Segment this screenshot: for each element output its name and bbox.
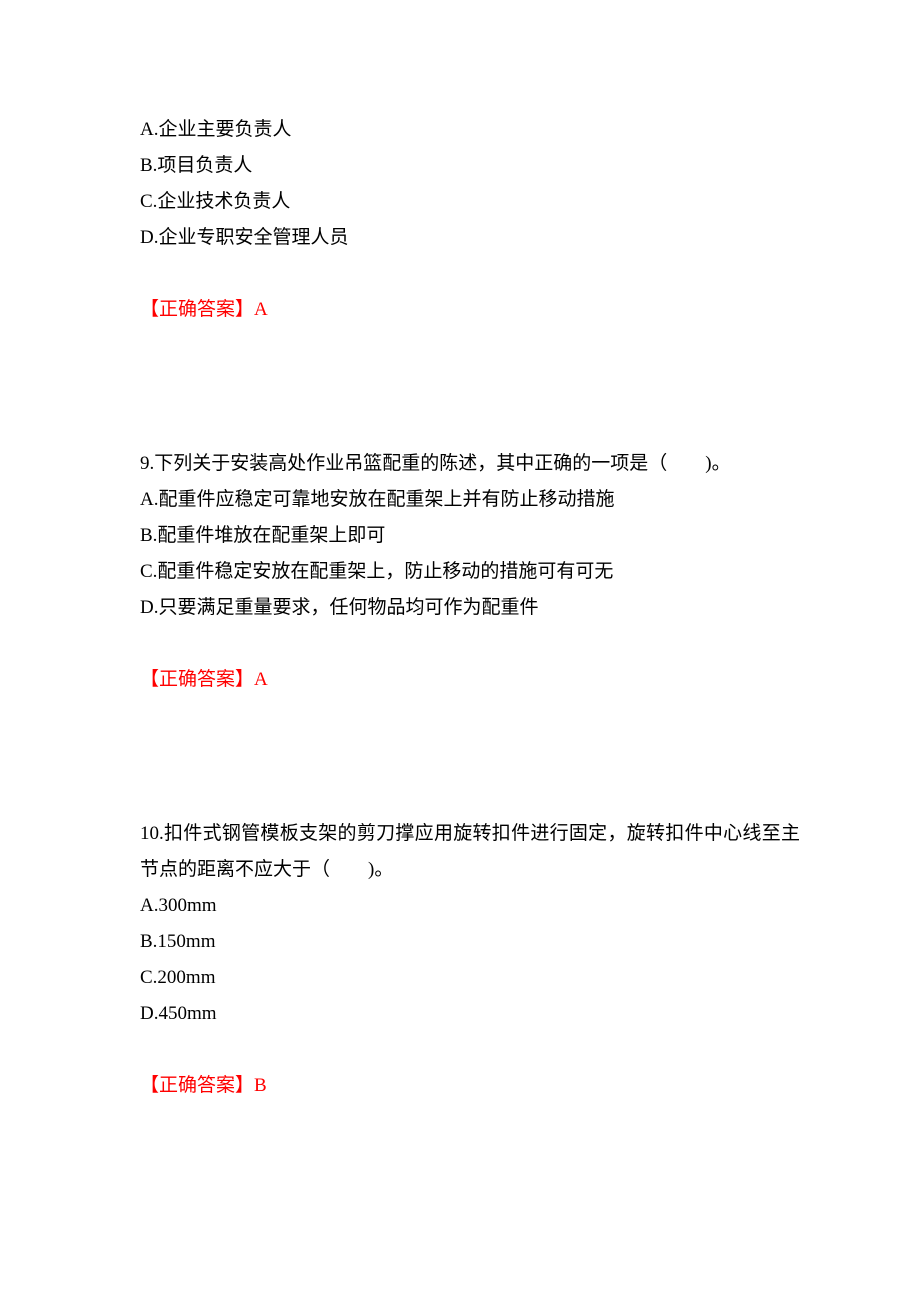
q10-stem: 10.扣件式钢管模板支架的剪刀撑应用旋转扣件进行固定，旋转扣件中心线至主节点的距… [140, 816, 800, 888]
q8-option-d: D.企业专职安全管理人员 [140, 220, 800, 256]
spacer [140, 328, 800, 446]
q10-option-c: C.200mm [140, 960, 800, 996]
q10-option-d: D.450mm [140, 996, 800, 1032]
document-page: A.企业主要负责人 B.项目负责人 C.企业技术负责人 D.企业专职安全管理人员… [0, 0, 920, 1302]
q8-option-c: C.企业技术负责人 [140, 184, 800, 220]
q9-option-d: D.只要满足重量要求，任何物品均可作为配重件 [140, 590, 800, 626]
q9-option-c: C.配重件稳定安放在配重架上，防止移动的措施可有可无 [140, 554, 800, 590]
q9-answer: 【正确答案】A [140, 662, 800, 698]
q10-answer: 【正确答案】B [140, 1068, 800, 1104]
q9-option-a: A.配重件应稳定可靠地安放在配重架上并有防止移动措施 [140, 482, 800, 518]
q9-option-b: B.配重件堆放在配重架上即可 [140, 518, 800, 554]
q8-option-a: A.企业主要负责人 [140, 112, 800, 148]
q8-answer: 【正确答案】A [140, 292, 800, 328]
spacer [140, 698, 800, 816]
q9-stem: 9.下列关于安装高处作业吊篮配重的陈述，其中正确的一项是（ )。 [140, 446, 800, 482]
q10-option-a: A.300mm [140, 888, 800, 924]
q10-option-b: B.150mm [140, 924, 800, 960]
q8-option-b: B.项目负责人 [140, 148, 800, 184]
